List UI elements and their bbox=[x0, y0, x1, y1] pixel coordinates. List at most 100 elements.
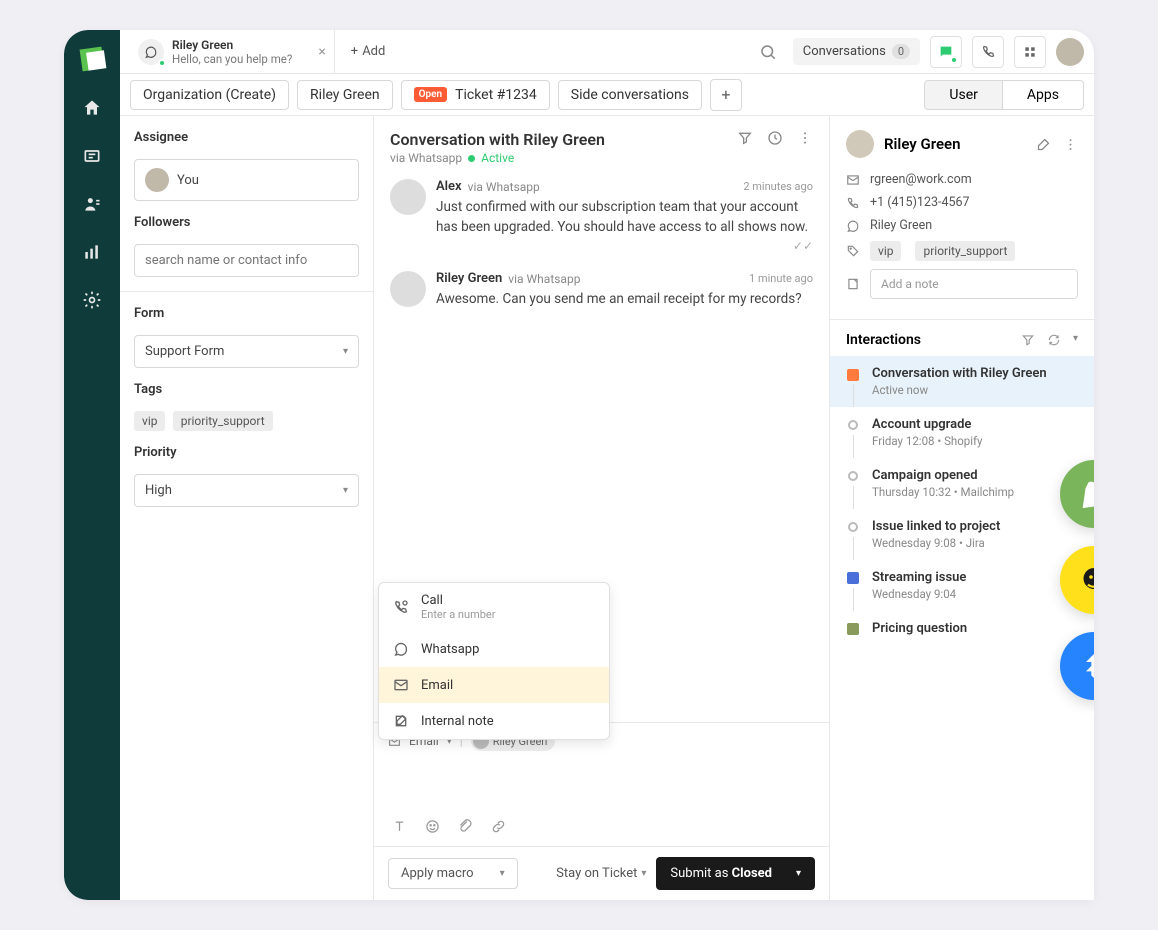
refresh-icon[interactable] bbox=[1047, 333, 1061, 347]
assignee-field[interactable]: You bbox=[134, 159, 359, 201]
tag-pill[interactable]: priority_support bbox=[173, 411, 273, 431]
tab-subtitle: Hello, can you help me? bbox=[172, 52, 292, 66]
tag-pill[interactable]: vip bbox=[134, 411, 165, 431]
shopify-badge[interactable] bbox=[1060, 460, 1094, 528]
more-icon[interactable] bbox=[1063, 137, 1078, 152]
phone-icon[interactable] bbox=[972, 36, 1004, 68]
tags-label: Tags bbox=[134, 382, 359, 397]
add-subtab-button[interactable]: + bbox=[710, 79, 742, 111]
note-icon bbox=[846, 277, 860, 291]
jira-badge[interactable] bbox=[1060, 632, 1094, 700]
chevron-down-icon: ▾ bbox=[343, 346, 348, 357]
history-icon[interactable] bbox=[767, 130, 783, 146]
conversation-title: Conversation with Riley Green bbox=[390, 130, 605, 149]
customers-icon[interactable] bbox=[82, 194, 102, 214]
tab-organization[interactable]: Organization (Create) bbox=[130, 80, 289, 110]
chevron-down-icon: ▾ bbox=[796, 868, 801, 879]
message-avatar bbox=[390, 271, 426, 307]
integration-badges bbox=[1060, 460, 1094, 700]
chevron-down-icon[interactable]: ▾ bbox=[1073, 333, 1078, 347]
active-ticket-tab[interactable]: Riley Green Hello, can you help me? × bbox=[130, 30, 335, 73]
note-row: Add a note bbox=[846, 269, 1078, 299]
tab-user[interactable]: User bbox=[925, 81, 1001, 109]
app-logo bbox=[80, 47, 105, 72]
tab-side-conversations[interactable]: Side conversations bbox=[558, 80, 702, 110]
search-icon[interactable] bbox=[759, 43, 777, 61]
followers-input[interactable] bbox=[134, 244, 359, 277]
user-avatar[interactable] bbox=[1056, 38, 1084, 66]
filter-icon[interactable] bbox=[737, 130, 753, 146]
context-tabs: Organization (Create) Riley Green Open T… bbox=[120, 74, 1094, 116]
followers-search[interactable] bbox=[145, 253, 348, 268]
whatsapp-icon bbox=[138, 39, 164, 65]
home-icon[interactable] bbox=[82, 98, 102, 118]
edit-icon[interactable] bbox=[1036, 137, 1051, 152]
customer-avatar bbox=[846, 130, 874, 158]
whatsapp-icon bbox=[846, 219, 860, 233]
apps-grid-icon[interactable] bbox=[1014, 36, 1046, 68]
submit-button[interactable]: Submit as Closed ▾ bbox=[656, 857, 815, 890]
tag-icon bbox=[846, 244, 860, 258]
stay-on-ticket-select[interactable]: Stay on Ticket▾ bbox=[556, 866, 646, 881]
mailchimp-badge[interactable] bbox=[1060, 546, 1094, 614]
status-dot-icon bbox=[468, 155, 475, 162]
channel-option-whatsapp[interactable]: Whatsapp bbox=[379, 631, 609, 667]
link-icon[interactable] bbox=[491, 819, 506, 834]
filter-icon[interactable] bbox=[1021, 333, 1035, 347]
interaction-item[interactable]: Pricing question bbox=[830, 611, 1094, 646]
tags-list: vip priority_support bbox=[134, 411, 359, 431]
text-format-icon[interactable] bbox=[392, 819, 407, 834]
message: Riley Green via Whatsapp 1 minute ago Aw… bbox=[390, 271, 813, 310]
footer-bar: Apply macro▾ Stay on Ticket▾ Submit as C… bbox=[374, 846, 829, 900]
form-label: Form bbox=[134, 306, 359, 321]
interaction-item[interactable]: Issue linked to projectWednesday 9:08 • … bbox=[830, 509, 1094, 560]
tab-apps[interactable]: Apps bbox=[1002, 81, 1083, 109]
assignee-label: Assignee bbox=[134, 130, 359, 145]
interactions-title: Interactions bbox=[846, 332, 921, 348]
interaction-item[interactable]: Streaming issueWednesday 9:04 bbox=[830, 560, 1094, 611]
tags-row: vip priority_support bbox=[846, 241, 1078, 261]
conversation-status: Active bbox=[481, 151, 514, 165]
message: Alex via Whatsapp 2 minutes ago Just con… bbox=[390, 179, 813, 253]
tab-customer-name: Riley Green bbox=[172, 38, 292, 52]
conversations-count: 0 bbox=[892, 44, 910, 59]
form-select[interactable]: Support Form▾ bbox=[134, 335, 359, 368]
settings-icon[interactable] bbox=[82, 290, 102, 310]
add-tab-button[interactable]: + Add bbox=[343, 40, 394, 63]
conversation-channel: via Whatsapp bbox=[390, 151, 462, 165]
topbar: Riley Green Hello, can you help me? × + … bbox=[120, 30, 1094, 74]
channel-option-call[interactable]: CallEnter a number bbox=[379, 583, 609, 631]
app-sidebar bbox=[64, 30, 120, 900]
phone-row: +1 (415)123-4567 bbox=[846, 195, 1078, 210]
interaction-item[interactable]: Conversation with Riley GreenActive now bbox=[830, 356, 1094, 407]
more-icon[interactable] bbox=[797, 130, 813, 146]
customer-panel: Riley Green rgreen@work.com +1 (415)123-… bbox=[830, 116, 1094, 900]
tickets-icon[interactable] bbox=[82, 146, 102, 166]
chat-icon[interactable] bbox=[930, 36, 962, 68]
add-note-input[interactable]: Add a note bbox=[870, 269, 1078, 299]
channel-option-note[interactable]: Internal note bbox=[379, 703, 609, 739]
channel-dropdown: CallEnter a number Whatsapp Email Intern… bbox=[378, 582, 610, 740]
open-badge: Open bbox=[414, 87, 448, 102]
tab-ticket[interactable]: Open Ticket #1234 bbox=[401, 80, 550, 110]
reports-icon[interactable] bbox=[82, 242, 102, 262]
followers-label: Followers bbox=[134, 215, 359, 230]
priority-select[interactable]: High▾ bbox=[134, 474, 359, 507]
interaction-item[interactable]: Account upgradeFriday 12:08 • Shopify bbox=[830, 407, 1094, 458]
apply-macro-button[interactable]: Apply macro▾ bbox=[388, 858, 518, 889]
whatsapp-row: Riley Green bbox=[846, 218, 1078, 233]
conversations-button[interactable]: Conversations 0 bbox=[793, 38, 920, 65]
chevron-down-icon: ▾ bbox=[343, 485, 348, 496]
tab-person[interactable]: Riley Green bbox=[297, 80, 393, 110]
attachment-icon[interactable] bbox=[458, 819, 473, 834]
emoji-icon[interactable] bbox=[425, 819, 440, 834]
interaction-item[interactable]: Campaign openedThursday 10:32 • Mailchim… bbox=[830, 458, 1094, 509]
assignee-avatar bbox=[145, 168, 169, 192]
customer-name: Riley Green bbox=[884, 135, 1026, 153]
channel-option-email[interactable]: Email bbox=[379, 667, 609, 703]
chevron-down-icon: ▾ bbox=[641, 868, 646, 879]
priority-label: Priority bbox=[134, 445, 359, 460]
interactions-timeline: Conversation with Riley GreenActive nowA… bbox=[830, 356, 1094, 900]
close-tab-button[interactable]: × bbox=[318, 44, 325, 60]
email-icon bbox=[846, 173, 860, 187]
